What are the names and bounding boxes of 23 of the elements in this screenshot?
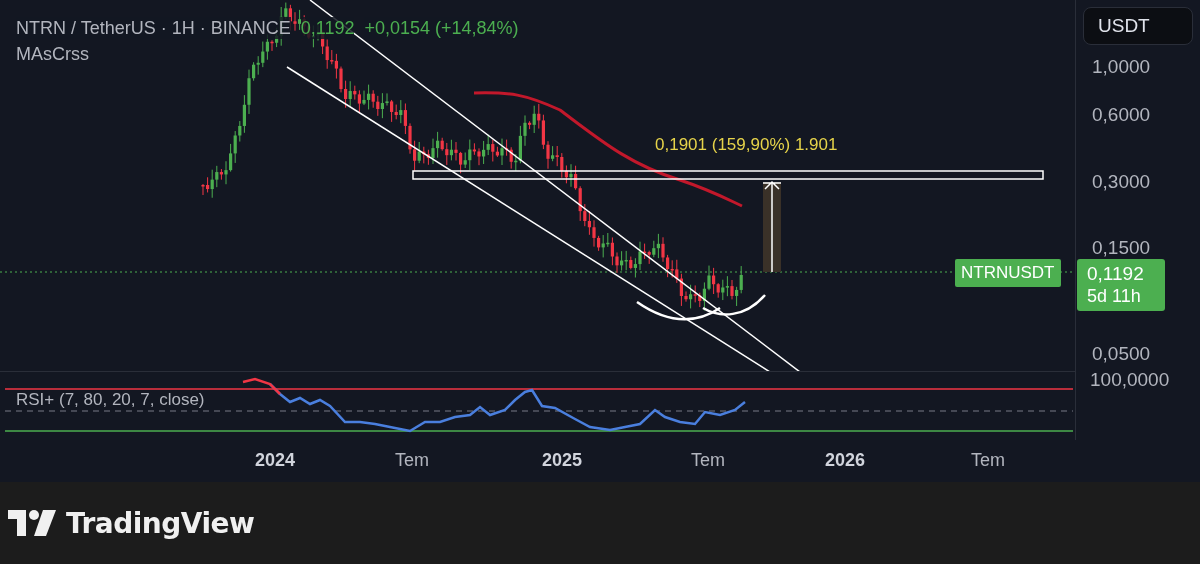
- price-value: 0,1192: [300, 17, 355, 39]
- price-axis-label: 0,0500: [1092, 343, 1151, 365]
- time-axis-label: Tem: [971, 450, 1005, 471]
- rsi-label: RSI+ (7, 80, 20, 7, close): [16, 390, 205, 410]
- time-axis-label: 2025: [542, 450, 582, 471]
- price-axis-label: 0,1500: [1092, 237, 1151, 259]
- time-axis-label: Tem: [395, 450, 429, 471]
- price-axis-label: 0,6000: [1092, 104, 1151, 126]
- curve-line: [702, 294, 766, 316]
- currency-button[interactable]: USDT: [1083, 7, 1193, 45]
- logo-icon: [8, 510, 56, 536]
- time-axis-label: 2024: [255, 450, 295, 471]
- rsi-axis-label: 100,0000: [1090, 370, 1170, 390]
- indicator-label: MAsCrss: [16, 43, 89, 65]
- symbol-title: NTRN / TetherUS · 1H · BINANCE: [16, 17, 291, 39]
- price-axis-label: 1,0000: [1092, 56, 1151, 78]
- time-axis-label: Tem: [691, 450, 725, 471]
- price-axis-label: 0,3000: [1092, 171, 1151, 193]
- measure-label: 0,1901 (159,90%) 1.901: [655, 135, 838, 155]
- time-axis-label: 2026: [825, 450, 865, 471]
- symbol-label: NTRNUSDT: [955, 259, 1061, 287]
- last-price-label: 0,1192 5d 11h: [1077, 259, 1165, 311]
- brand-name: TradingView: [66, 506, 255, 540]
